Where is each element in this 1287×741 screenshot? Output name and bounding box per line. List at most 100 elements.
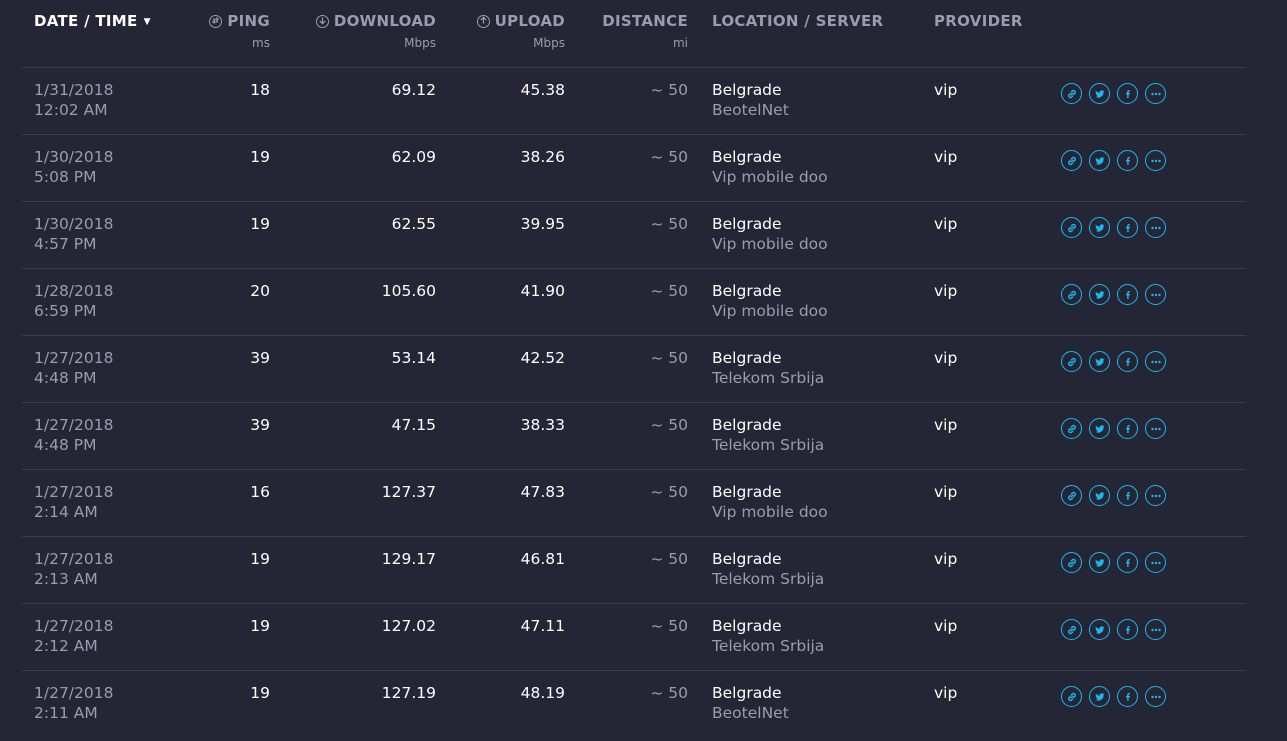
more-icon[interactable] — [1145, 686, 1166, 707]
distance-value: ~ 50 — [650, 282, 688, 300]
more-icon[interactable] — [1145, 418, 1166, 439]
twitter-icon[interactable] — [1089, 552, 1110, 573]
table-row[interactable]: 1/30/2018 4:57 PM 19 62.55 39.95 ~ 50 Be… — [22, 201, 1246, 268]
table-row[interactable]: 1/27/2018 2:12 AM 19 127.02 47.11 ~ 50 B… — [22, 603, 1246, 670]
download-value: 53.14 — [391, 349, 436, 367]
twitter-icon[interactable] — [1089, 418, 1110, 439]
facebook-icon[interactable] — [1117, 485, 1138, 506]
result-date: 1/27/2018 — [34, 416, 114, 434]
date-time-cell: 1/30/2018 5:08 PM — [34, 148, 113, 186]
twitter-icon[interactable] — [1089, 686, 1110, 707]
distance-value: ~ 50 — [650, 550, 688, 568]
location-cell: Belgrade BeotelNet — [712, 684, 789, 722]
link-icon[interactable] — [1061, 284, 1082, 305]
twitter-icon[interactable] — [1089, 351, 1110, 372]
column-location-server[interactable]: LOCATION / SERVER — [712, 12, 883, 30]
more-icon[interactable] — [1145, 619, 1166, 640]
server-name: Telekom Srbija — [712, 436, 825, 454]
provider-value: vip — [934, 282, 958, 300]
location-cell: Belgrade BeotelNet — [712, 81, 789, 119]
distance-value: ~ 50 — [650, 416, 688, 434]
column-distance-label: DISTANCE — [602, 12, 688, 30]
distance-value: ~ 50 — [650, 81, 688, 99]
twitter-icon[interactable] — [1089, 619, 1110, 640]
row-actions — [1061, 83, 1166, 104]
table-row[interactable]: 1/27/2018 2:13 AM 19 129.17 46.81 ~ 50 B… — [22, 536, 1246, 603]
more-icon[interactable] — [1145, 552, 1166, 573]
link-icon[interactable] — [1061, 686, 1082, 707]
table-row[interactable]: 1/27/2018 2:14 AM 16 127.37 47.83 ~ 50 B… — [22, 469, 1246, 536]
twitter-icon[interactable] — [1089, 83, 1110, 104]
facebook-icon[interactable] — [1117, 284, 1138, 305]
download-arrow-icon — [315, 15, 329, 28]
link-icon[interactable] — [1061, 619, 1082, 640]
link-icon[interactable] — [1061, 351, 1082, 372]
date-time-cell: 1/27/2018 4:48 PM — [34, 416, 113, 454]
facebook-icon[interactable] — [1117, 83, 1138, 104]
twitter-icon[interactable] — [1089, 485, 1110, 506]
facebook-icon[interactable] — [1117, 217, 1138, 238]
facebook-icon[interactable] — [1117, 619, 1138, 640]
location-city: Belgrade — [712, 148, 782, 166]
location-cell: Belgrade Telekom Srbija — [712, 349, 824, 387]
facebook-icon[interactable] — [1117, 418, 1138, 439]
date-time-cell: 1/27/2018 2:11 AM — [34, 684, 113, 722]
column-download[interactable]: DOWNLOAD Mbps — [290, 12, 436, 50]
server-name: Vip mobile doo — [712, 503, 828, 521]
ping-unit: ms — [252, 36, 270, 50]
link-icon[interactable] — [1061, 552, 1082, 573]
provider-value: vip — [934, 617, 958, 635]
download-value: 129.17 — [381, 550, 436, 568]
table-row[interactable]: 1/30/2018 5:08 PM 19 62.09 38.26 ~ 50 Be… — [22, 134, 1246, 201]
more-icon[interactable] — [1145, 351, 1166, 372]
twitter-icon[interactable] — [1089, 284, 1110, 305]
link-icon[interactable] — [1061, 217, 1082, 238]
column-upload[interactable]: UPLOAD Mbps — [455, 12, 565, 50]
result-date: 1/30/2018 — [34, 148, 114, 166]
date-time-cell: 1/27/2018 2:13 AM — [34, 550, 113, 588]
more-icon[interactable] — [1145, 284, 1166, 305]
facebook-icon[interactable] — [1117, 552, 1138, 573]
facebook-icon[interactable] — [1117, 686, 1138, 707]
result-time: 4:57 PM — [34, 235, 97, 253]
upload-value: 38.26 — [520, 148, 565, 166]
distance-unit: mi — [672, 36, 688, 50]
download-value: 127.19 — [381, 684, 436, 702]
ping-value: 19 — [250, 684, 270, 702]
table-row[interactable]: 1/27/2018 4:48 PM 39 47.15 38.33 ~ 50 Be… — [22, 402, 1246, 469]
result-time: 6:59 PM — [34, 302, 97, 320]
provider-value: vip — [934, 81, 958, 99]
facebook-icon[interactable] — [1117, 351, 1138, 372]
twitter-icon[interactable] — [1089, 217, 1110, 238]
date-time-cell: 1/27/2018 4:48 PM — [34, 349, 113, 387]
upload-value: 47.11 — [520, 617, 565, 635]
link-icon[interactable] — [1061, 485, 1082, 506]
table-row[interactable]: 1/28/2018 6:59 PM 20 105.60 41.90 ~ 50 B… — [22, 268, 1246, 335]
link-icon[interactable] — [1061, 83, 1082, 104]
table-row[interactable]: 1/31/2018 12:02 AM 18 69.12 45.38 ~ 50 B… — [22, 67, 1246, 134]
date-time-cell: 1/28/2018 6:59 PM — [34, 282, 113, 320]
more-icon[interactable] — [1145, 150, 1166, 171]
column-ping[interactable]: PING ms — [160, 12, 270, 50]
column-distance[interactable]: DISTANCE mi — [588, 12, 688, 50]
facebook-icon[interactable] — [1117, 150, 1138, 171]
table-row[interactable]: 1/27/2018 2:11 AM 19 127.19 48.19 ~ 50 B… — [22, 670, 1246, 737]
provider-value: vip — [934, 148, 958, 166]
column-provider[interactable]: PROVIDER — [934, 12, 1023, 30]
provider-value: vip — [934, 483, 958, 501]
link-icon[interactable] — [1061, 150, 1082, 171]
download-value: 127.02 — [381, 617, 436, 635]
results-rows: 1/31/2018 12:02 AM 18 69.12 45.38 ~ 50 B… — [22, 67, 1246, 737]
column-date-time[interactable]: DATE / TIME ▼ — [34, 12, 151, 30]
location-cell: Belgrade Vip mobile doo — [712, 282, 828, 320]
more-icon[interactable] — [1145, 83, 1166, 104]
provider-value: vip — [934, 416, 958, 434]
link-icon[interactable] — [1061, 418, 1082, 439]
ping-value: 19 — [250, 617, 270, 635]
column-date-time-label: DATE / TIME — [34, 12, 138, 30]
table-row[interactable]: 1/27/2018 4:48 PM 39 53.14 42.52 ~ 50 Be… — [22, 335, 1246, 402]
more-icon[interactable] — [1145, 217, 1166, 238]
twitter-icon[interactable] — [1089, 150, 1110, 171]
result-date: 1/30/2018 — [34, 215, 114, 233]
more-icon[interactable] — [1145, 485, 1166, 506]
